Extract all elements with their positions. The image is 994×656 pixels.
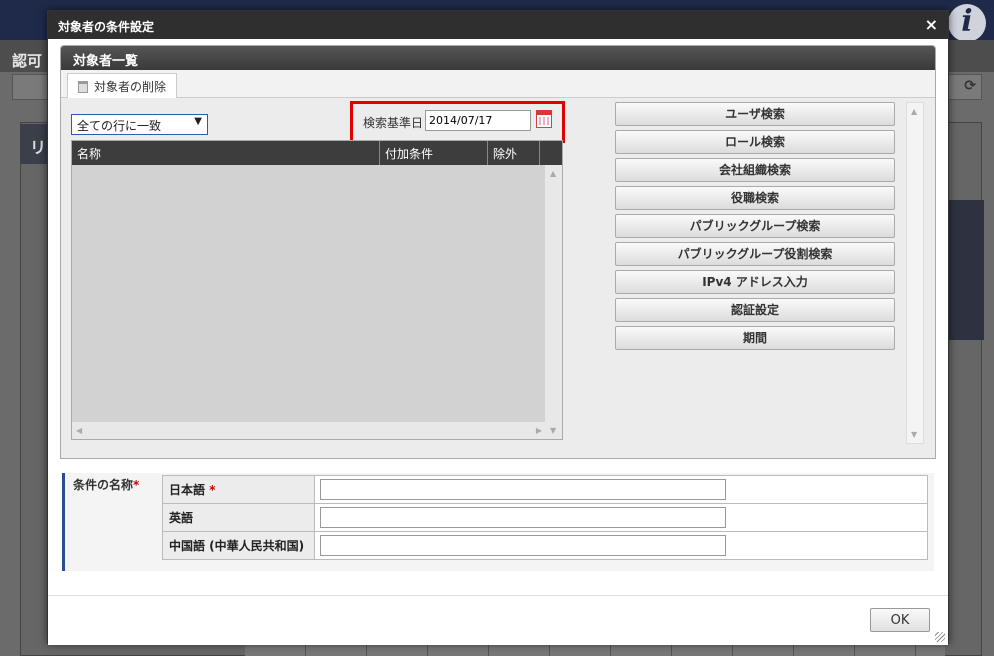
required-mark: *	[209, 483, 216, 497]
column-header-condition[interactable]: 付加条件	[380, 141, 488, 165]
close-icon[interactable]: ×	[925, 15, 938, 34]
button-list-scrollbar[interactable]: ▲ ▼	[906, 102, 924, 444]
dialog-footer: OK	[48, 595, 948, 645]
scroll-down-icon[interactable]: ▼	[550, 426, 556, 435]
table-row: 日本語 *	[162, 475, 928, 504]
match-mode-select[interactable]: 全ての行に一致 ▼	[71, 114, 208, 135]
target-list-section: 対象者一覧 対象者の削除 全ての行に一致 ▼ 検索基準日 名称 付加条件 除外	[60, 45, 936, 459]
scroll-down-icon[interactable]: ▼	[911, 430, 917, 439]
dialog-title: 対象者の条件設定	[58, 20, 155, 34]
refresh-icon: ⟳	[964, 78, 976, 94]
required-mark: *	[133, 478, 140, 492]
target-grid: 名称 付加条件 除外 ▲ ▼ ◀ ▶	[71, 140, 563, 440]
table-row: 英語	[162, 503, 928, 532]
scroll-right-icon[interactable]: ▶	[536, 426, 542, 435]
lang-ja-text: 日本語	[169, 483, 206, 497]
trash-icon	[78, 81, 88, 93]
scroll-up-icon[interactable]: ▲	[911, 107, 917, 116]
condition-name-text: 条件の名称	[73, 478, 134, 492]
resize-grip-icon[interactable]	[935, 632, 945, 642]
lang-label-en: 英語	[162, 503, 315, 532]
lang-value-cell	[314, 475, 928, 504]
table-row: 中国語 (中華人民共和国)	[162, 531, 928, 560]
condition-name-label: 条件の名称*	[62, 473, 156, 571]
lang-zh-text: 中国語 (中華人民共和国)	[169, 539, 305, 553]
name-zh-input[interactable]	[320, 535, 726, 556]
grid-header: 名称 付加条件 除外	[72, 141, 562, 165]
condition-name-table: 日本語 * 英語 中国語 (中華人民共和国)	[162, 475, 928, 560]
user-search-button[interactable]: ユーザ検索	[615, 102, 895, 126]
section-body: 全ての行に一致 ▼ 検索基準日 名称 付加条件 除外 ▲ ▼	[61, 98, 935, 458]
match-mode-value: 全ての行に一致	[77, 119, 162, 133]
role-search-button[interactable]: ロール検索	[615, 130, 895, 154]
ipv4-address-input-button[interactable]: IPv4 アドレス入力	[615, 270, 895, 294]
section-toolbar: 対象者の削除	[61, 70, 935, 98]
grid-horizontal-scrollbar[interactable]: ◀ ▶	[72, 422, 546, 439]
scroll-up-icon[interactable]: ▲	[550, 169, 556, 178]
column-header-exclude[interactable]: 除外	[488, 141, 540, 165]
section-title: 対象者一覧	[61, 46, 935, 70]
scroll-left-icon[interactable]: ◀	[76, 426, 82, 435]
dialog-titlebar: 対象者の条件設定	[48, 11, 948, 39]
lang-label-ja: 日本語 *	[162, 475, 315, 504]
condition-settings-dialog: 対象者の条件設定 × 対象者一覧 対象者の削除 全ての行に一致 ▼ 検索基準日 …	[47, 10, 949, 645]
search-date-label: 検索基準日	[363, 116, 424, 130]
lang-value-cell	[314, 503, 928, 532]
lang-label-zh: 中国語 (中華人民共和国)	[162, 531, 315, 560]
condition-name-block: 条件の名称* 日本語 * 英語 中国語 (中華人民共和国)	[62, 473, 934, 571]
lang-en-text: 英語	[169, 511, 194, 525]
name-en-input[interactable]	[320, 507, 726, 528]
ok-button[interactable]: OK	[870, 608, 930, 632]
name-ja-input[interactable]	[320, 479, 726, 500]
dropdown-arrow-icon: ▼	[194, 116, 202, 127]
search-button-list: ユーザ検索 ロール検索 会社組織検索 役職検索 パブリックグループ検索 パブリッ…	[615, 102, 895, 354]
app-logo: i	[948, 4, 986, 42]
public-group-search-button[interactable]: パブリックグループ検索	[615, 214, 895, 238]
search-date-input[interactable]	[425, 110, 531, 131]
grid-vertical-scrollbar[interactable]: ▲ ▼	[545, 165, 562, 439]
calendar-icon[interactable]	[536, 110, 552, 128]
auth-settings-button[interactable]: 認証設定	[615, 298, 895, 322]
period-button[interactable]: 期間	[615, 326, 895, 350]
search-date-box: 検索基準日	[350, 101, 565, 143]
column-header-name[interactable]: 名称	[72, 141, 380, 165]
position-search-button[interactable]: 役職検索	[615, 186, 895, 210]
delete-target-button[interactable]: 対象者の削除	[67, 73, 178, 98]
organization-search-button[interactable]: 会社組織検索	[615, 158, 895, 182]
delete-target-label: 対象者の削除	[94, 80, 167, 94]
public-group-role-search-button[interactable]: パブリックグループ役割検索	[615, 242, 895, 266]
lang-value-cell	[314, 531, 928, 560]
